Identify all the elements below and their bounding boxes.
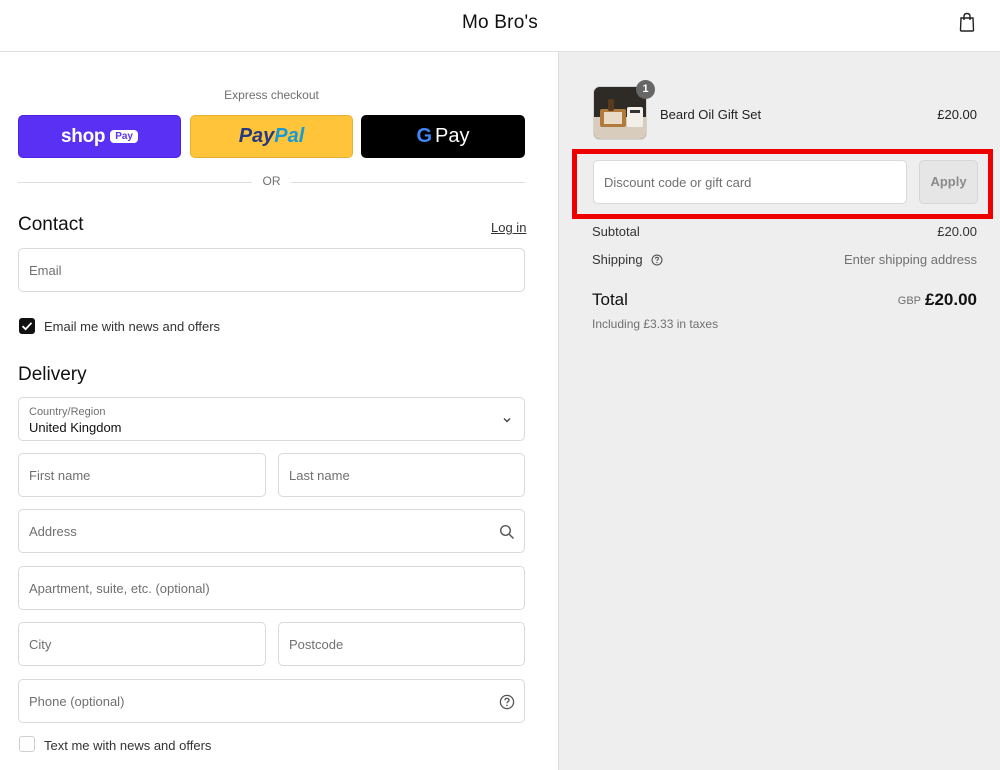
apartment-placeholder: Apartment, suite, etc. (optional) [29,581,210,596]
city-field[interactable]: City [18,622,266,666]
first-name-placeholder: First name [29,468,91,483]
first-name-field[interactable]: First name [18,453,266,497]
city-placeholder: City [29,637,52,652]
or-divider: OR [18,174,525,190]
order-summary: 1 Beard Oil Gift Set £20.00 Discount cod… [558,52,1000,770]
subtotal-label: Subtotal [592,224,640,239]
last-name-field[interactable]: Last name [278,453,525,497]
quantity-badge: 1 [636,80,655,99]
last-name-placeholder: Last name [289,468,350,483]
email-field[interactable]: Email [18,248,525,292]
sms-news-label: Text me with news and offers [44,738,212,753]
item-name: Beard Oil Gift Set [660,107,762,122]
shop-pay-button[interactable]: shop Pay [18,115,181,158]
country-label: Country/Region [29,406,106,418]
google-pay-button[interactable]: G Pay [361,115,525,158]
checkmark-icon [21,322,33,331]
chevron-down-icon [503,418,511,423]
address-field[interactable]: Address [18,509,525,553]
search-icon[interactable] [499,524,515,540]
shop-pay-word: shop [61,125,106,147]
shipping-help-icon[interactable] [651,254,663,266]
email-news-label: Email me with news and offers [44,319,221,334]
shipping-label: Shipping [592,252,643,267]
discount-code-input[interactable]: Discount code or gift card [593,160,907,204]
paypal-word-pay: Pay [238,125,275,147]
help-circle-icon[interactable] [499,694,515,710]
country-value: United Kingdom [29,420,122,435]
address-placeholder: Address [29,524,77,539]
postcode-placeholder: Postcode [289,637,344,652]
google-pay-word: Pay [435,125,470,147]
sms-news-checkbox[interactable] [19,736,35,752]
paypal-button[interactable]: Pay Pal [190,115,353,158]
or-text: OR [262,174,281,188]
item-price: £20.00 [937,107,977,122]
shopping-bag-icon[interactable] [958,12,976,32]
shipping-row: Shipping [592,252,663,267]
shop-pay-pill: Pay [110,130,138,143]
apply-button[interactable]: Apply [919,160,978,204]
shipping-value: Enter shipping address [844,252,977,267]
phone-placeholder: Phone (optional) [29,694,125,709]
tax-note: Including £3.33 in taxes [592,317,719,331]
email-news-checkbox[interactable] [19,318,35,334]
express-checkout-label: Express checkout [224,88,319,102]
header: Mo Bro's [0,0,1000,52]
phone-field[interactable]: Phone (optional) [18,679,525,723]
login-link[interactable]: Log in [491,220,526,235]
google-g-logo: G [416,125,433,147]
postcode-field[interactable]: Postcode [278,622,525,666]
checkout-form: Express checkout shop Pay Pay Pal G Pay O… [0,52,558,770]
paypal-word-pal: Pal [274,125,305,147]
email-placeholder: Email [29,263,62,278]
delivery-title: Delivery [18,364,87,385]
country-select[interactable]: Country/Region United Kingdom [18,397,525,441]
subtotal-value: £20.00 [937,224,977,239]
total-value: £20.00 [925,290,977,309]
store-name[interactable]: Mo Bro's [0,12,1000,34]
currency-code: GBP [897,295,921,307]
apartment-field[interactable]: Apartment, suite, etc. (optional) [18,566,525,610]
discount-placeholder: Discount code or gift card [604,175,752,190]
contact-title: Contact [18,214,84,235]
total-label: Total [592,290,628,309]
